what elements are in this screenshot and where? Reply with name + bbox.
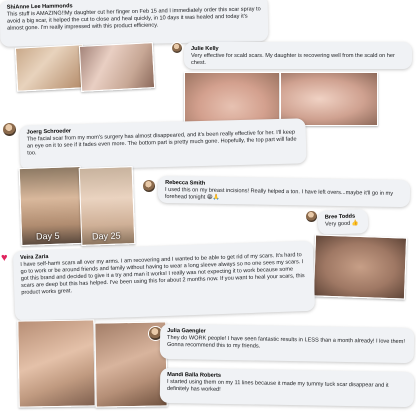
comment-photo [14, 44, 86, 92]
photo-caption: Day 25 [91, 230, 121, 242]
comment-card: Rebecca Smith I used this on my breast i… [157, 175, 411, 208]
comment-photo [17, 319, 96, 408]
comment-text: I used this on my breast incisions! Real… [164, 186, 394, 201]
avatar[interactable] [3, 123, 16, 136]
comment-card: Joerg Schroeder The facial scar from my … [19, 118, 307, 171]
comment-card: Julia Gaengler They do WORK people! I ha… [159, 323, 415, 364]
comment-text: This stuff is AMAZING!!My daughter cut h… [6, 6, 261, 32]
comment-text: They do WORK people! I have seen fantast… [166, 334, 405, 350]
comment-photo: Day 25 [78, 166, 136, 246]
comment-card: Bree Todds Very good 👍 [317, 209, 369, 235]
comment-card: ShiAnne Lee Hammonds This stuff is AMAZI… [0, 0, 269, 47]
avatar[interactable] [306, 211, 317, 222]
comment-photo [312, 234, 408, 300]
comment-text: I started using them on my 11 lines beca… [166, 378, 389, 393]
comment-card: Veira Zaria I have self-harm scars all o… [12, 240, 316, 322]
comment-text: Very effective for scald scars. My daugh… [191, 53, 395, 66]
photo-caption: Day 5 [35, 230, 60, 242]
comment-photo [78, 42, 156, 92]
commenter-name[interactable]: Julie Kelly [191, 46, 405, 53]
heart-icon: ♥ [1, 252, 8, 264]
comment-card: Julie Kelly Very effective for scald sca… [184, 42, 412, 69]
avatar[interactable] [172, 43, 182, 53]
comment-text: Very good 👍 [324, 220, 359, 228]
comment-card: Mandi Balla Roberts I started using them… [159, 367, 415, 408]
avatar[interactable] [143, 180, 155, 192]
comment-photo: Day 5 [18, 165, 84, 247]
